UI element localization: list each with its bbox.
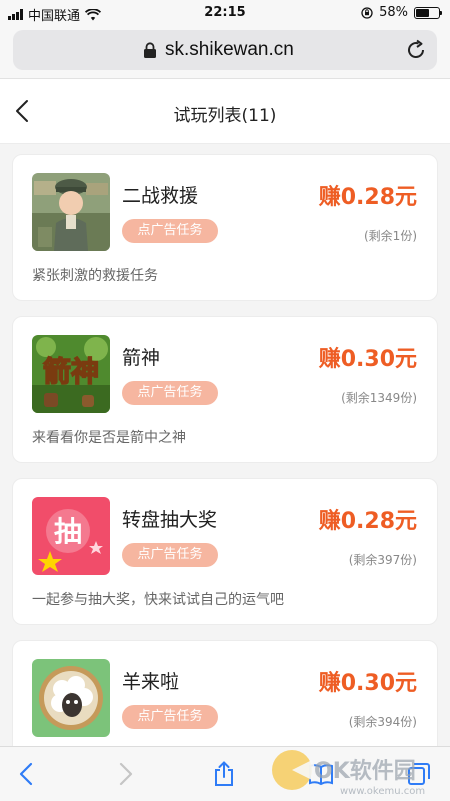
lock-icon: [144, 42, 156, 58]
item-name: 箭神: [122, 347, 161, 369]
remaining-count: (剩余1349份): [341, 391, 417, 405]
status-right: 58%: [361, 5, 442, 20]
item-name: 转盘抽大奖: [122, 509, 218, 531]
reward-amount: 赚0.30元: [318, 347, 417, 372]
remaining-count: (剩余394份): [348, 715, 417, 729]
back-nav-icon[interactable]: [14, 761, 40, 787]
list-item[interactable]: 箭神 箭神 点广告任务 赚0.30元 (剩余1349份) 来看看你是否是箭中之神: [12, 316, 438, 463]
archer-icon-text: 箭神: [43, 355, 99, 388]
page-title: 试玩列表(11): [173, 106, 277, 126]
task-type-badge: 点广告任务: [122, 381, 218, 405]
battery-icon: [414, 6, 442, 19]
browser-toolbar: [0, 746, 450, 801]
task-type-badge: 点广告任务: [122, 705, 218, 729]
browser-address-area: sk.shikewan.cn: [0, 26, 450, 79]
item-name: 二战救援: [122, 185, 199, 207]
forward-nav-icon[interactable]: [112, 761, 138, 787]
reward-amount: 赚0.30元: [318, 671, 417, 696]
task-type-badge: 点广告任务: [122, 219, 218, 243]
list-item[interactable]: 二战救援 点广告任务 赚0.28元 (剩余1份) 紧张刺激的救援任务: [12, 154, 438, 301]
soldier-game-icon: [32, 173, 110, 251]
tabs-icon[interactable]: [406, 761, 432, 787]
reward-amount: 赚0.28元: [318, 509, 417, 534]
page-header: 试玩列表(11): [0, 79, 450, 144]
task-type-badge: 点广告任务: [122, 543, 218, 567]
item-name: 羊来啦: [122, 671, 180, 693]
list-item[interactable]: 抽 转盘抽大奖 点广告任务 赚0.28元 (剩余397份) 一起参与抽大奖，快来…: [12, 478, 438, 625]
sheep-game-icon: [32, 659, 110, 737]
orientation-lock-icon: [361, 6, 373, 19]
share-icon[interactable]: [211, 761, 237, 787]
item-description: 一起参与抽大奖，快来试试自己的运气吧: [32, 592, 284, 608]
remaining-count: (剩余1份): [364, 229, 417, 243]
reload-icon[interactable]: [405, 39, 427, 61]
status-bar: 中国联通 22:15 58%: [0, 0, 450, 26]
bookmarks-icon[interactable]: [308, 761, 334, 787]
remaining-count: (剩余397份): [348, 553, 417, 567]
item-description: 紧张刺激的救援任务: [32, 268, 158, 284]
lottery-icon-text: 抽: [54, 515, 82, 548]
url-text[interactable]: sk.shikewan.cn: [165, 39, 294, 61]
battery-percent: 58%: [379, 5, 408, 20]
address-bar[interactable]: sk.shikewan.cn: [13, 30, 437, 70]
reward-amount: 赚0.28元: [318, 185, 417, 210]
lottery-game-icon: 抽: [32, 497, 110, 575]
archer-game-icon: 箭神: [32, 335, 110, 413]
item-description: 来看看你是否是箭中之神: [32, 430, 186, 446]
